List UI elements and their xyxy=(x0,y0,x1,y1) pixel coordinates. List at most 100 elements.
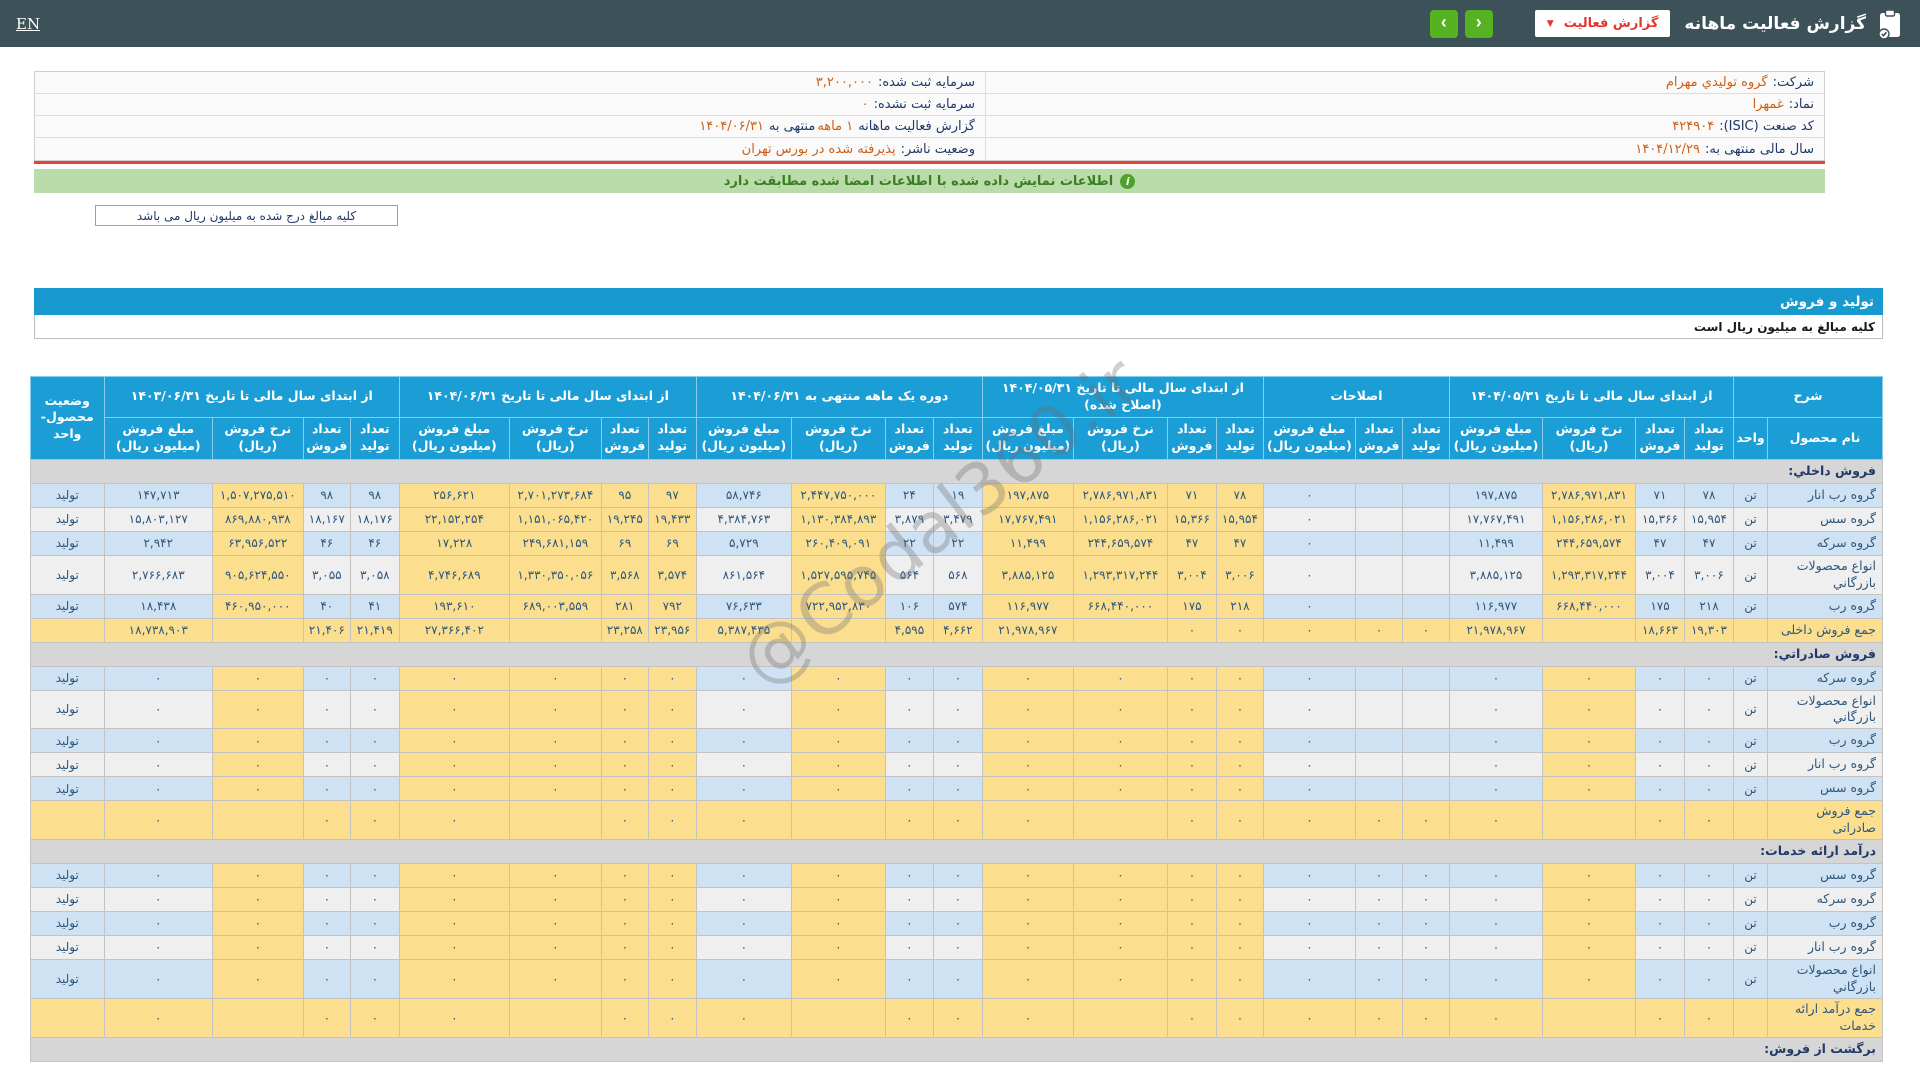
value-cell: ۰ xyxy=(103,911,213,936)
value-cell: ۰ xyxy=(695,935,792,960)
value-cell: ۰ xyxy=(103,728,213,754)
value-cell: ۰ xyxy=(1401,997,1450,1038)
value-cell: ۰ xyxy=(508,959,602,999)
value-cell: ۰ xyxy=(695,800,792,840)
value-cell: ۰ xyxy=(600,728,649,754)
value-cell: ۰ xyxy=(1541,752,1636,778)
value-cell: ۰ xyxy=(790,935,886,960)
value-cell: ۱۵,۹۵۴ xyxy=(1215,506,1264,532)
header-subcolumn: مبلغ فروش (میلیون ریال) xyxy=(1262,416,1356,460)
header-subcolumn: نرخ فروش (ریال) xyxy=(1541,416,1636,460)
status-cell: تولید xyxy=(29,911,105,936)
value-cell: ۰ xyxy=(211,911,304,936)
value-cell: ۰ xyxy=(981,689,1074,730)
header-subcolumn: نرخ فروش (ریال) xyxy=(211,416,304,460)
header-subcolumn: تعداد فروش xyxy=(1166,416,1217,460)
header-subcolumn: تعداد تولید xyxy=(1215,416,1264,460)
value-cell xyxy=(211,997,304,1038)
value-cell xyxy=(1401,776,1450,802)
info-label: منتهی به xyxy=(768,119,816,134)
value-cell: ۰ xyxy=(790,887,886,912)
value-cell xyxy=(1072,617,1168,643)
value-cell: ۰ xyxy=(1541,863,1636,888)
table-row: انواع محصولات بازرگاني تن ۳,۰۰۶ ۳,۰۰۴ ۱,۲۹۳,… xyxy=(29,554,1883,595)
previous-report-button[interactable]: ‹ xyxy=(1429,9,1458,38)
value-cell: ۰ xyxy=(398,887,510,912)
table-row: گروه رب تن ۲۱۸ ۱۷۵ ۶۶۸,۴۴۰,۰۰۰ ۱۱۶,۹۷۷ ۰ ۲۱۸ ۱۷۵… xyxy=(29,593,1883,619)
value-cell: ۰ xyxy=(302,776,351,802)
value-cell: ۰ xyxy=(981,728,1074,754)
value-cell: ۴۱ xyxy=(349,593,400,619)
value-cell: ۰ xyxy=(1262,752,1356,778)
company-info-table: شرکت: گروه توليدي مهرام سرمایه ثبت شده: ۳,۲… xyxy=(34,71,1825,161)
report-type-dropdown[interactable]: گزارش فعالیت ▼ xyxy=(1534,10,1671,37)
header-subcolumn: تعداد تولید xyxy=(1401,416,1450,460)
product-name-cell: گروه رب xyxy=(1767,728,1883,754)
value-cell: ۰ xyxy=(1262,530,1356,556)
header-product-name: نام محصول xyxy=(1767,416,1883,460)
value-cell: ۰ xyxy=(302,800,351,840)
table-row: جمع فروش داخلی ۱۹,۳۰۳ ۱۸,۶۶۳ ۲۱,۹۷۸,۹۶۷ ۰ ۰ ۰ ۰… xyxy=(29,617,1883,643)
value-cell: ۰ xyxy=(1215,997,1264,1038)
value-cell xyxy=(1541,800,1636,840)
value-cell: ۱۸,۱۶۷ xyxy=(302,506,351,532)
value-cell: ۲,۷۶۶,۶۸۳ xyxy=(103,554,213,595)
value-cell: ۰ xyxy=(790,728,886,754)
value-cell: ۰ xyxy=(398,935,510,960)
value-cell: ۰ xyxy=(1541,776,1636,802)
value-cell: ۱۱,۴۹۹ xyxy=(1448,530,1543,556)
value-cell: ۰ xyxy=(1683,887,1734,912)
value-cell: ۰ xyxy=(932,776,983,802)
table-row: گروه رب تن ۰ ۰ ۰ ۰ ۰ ۰ ۰ ۰ ۰ ۰ ۰ ۰ ۰ ۰ ۰ ۰ ۰ ۰ ۰ ۰ ۰ تولید xyxy=(29,728,1883,754)
value-cell: ۰ xyxy=(1072,752,1168,778)
value-cell: ۱۷,۷۶۷,۴۹۱ xyxy=(981,506,1074,532)
header-status: وضعیت محصول-واحد xyxy=(29,376,105,460)
value-cell: ۰ xyxy=(103,997,213,1038)
production-sales-table: شرح از ابتدای سال مالی تا تاریخ ۱۴۰۴/۰۵/۳… xyxy=(29,376,1884,1062)
chevron-down-icon: ▼ xyxy=(1546,18,1554,29)
value-cell xyxy=(1401,554,1450,595)
info-label: کد صنعت (ISIC): xyxy=(1719,119,1814,134)
product-name-cell: گروه رب انار xyxy=(1767,482,1883,508)
header-subcolumn: مبلغ فروش (میلیون ریال) xyxy=(1448,416,1543,460)
product-name-cell: جمع درآمد ارائه خدمات xyxy=(1767,997,1883,1038)
value-cell: ۰ xyxy=(1354,887,1403,912)
value-cell: ۰ xyxy=(695,863,792,888)
value-cell: ۶۳,۹۵۶,۵۲۲ xyxy=(211,530,304,556)
value-cell: ۰ xyxy=(1448,997,1543,1038)
value-cell: ۰ xyxy=(508,911,602,936)
status-cell: تولید xyxy=(29,776,105,802)
language-switch-en[interactable]: EN xyxy=(16,15,40,33)
value-cell: ۰ xyxy=(103,752,213,778)
value-cell: ۰ xyxy=(1166,997,1217,1038)
value-cell xyxy=(211,800,304,840)
value-cell: ۱,۱۵۱,۰۶۵,۴۲۰ xyxy=(508,506,602,532)
value-cell: ۰ xyxy=(1448,887,1543,912)
value-cell: ۱۰۶ xyxy=(884,593,934,619)
value-cell: ۰ xyxy=(1683,997,1734,1038)
info-label: سرمایه ثبت شده: xyxy=(877,75,975,90)
value-cell: ۰ xyxy=(932,887,983,912)
value-cell: ۱۷۵ xyxy=(1166,593,1217,619)
value-cell: ۰ xyxy=(981,752,1074,778)
unit-cell: تن xyxy=(1732,935,1769,960)
product-name-cell: گروه رب xyxy=(1767,593,1883,619)
unit-cell xyxy=(1732,997,1769,1038)
value-cell: ۰ xyxy=(398,800,510,840)
unit-cell: تن xyxy=(1732,728,1769,754)
value-cell: ۱۸,۷۳۸,۹۰۳ xyxy=(103,617,213,643)
value-cell: ۰ xyxy=(981,935,1074,960)
value-cell: ۲۳,۹۵۶ xyxy=(647,617,697,643)
value-cell: ۵,۷۲۹ xyxy=(695,530,792,556)
value-cell: ۴,۵۹۵ xyxy=(884,617,934,643)
value-cell: ۳,۰۰۶ xyxy=(1215,554,1264,595)
product-name-cell: گروه سرکه xyxy=(1767,665,1883,691)
value-cell: ۰ xyxy=(1634,752,1685,778)
value-cell: ۳,۰۵۸ xyxy=(349,554,400,595)
section-label: برگشت از فروش: xyxy=(29,1036,1884,1062)
value-cell: ۲۱,۴۱۹ xyxy=(349,617,400,643)
value-cell: ۰ xyxy=(1262,776,1356,802)
value-cell: ۰ xyxy=(1215,689,1264,730)
next-report-button[interactable]: › xyxy=(1464,9,1493,38)
value-cell: ۷۸ xyxy=(1683,482,1734,508)
